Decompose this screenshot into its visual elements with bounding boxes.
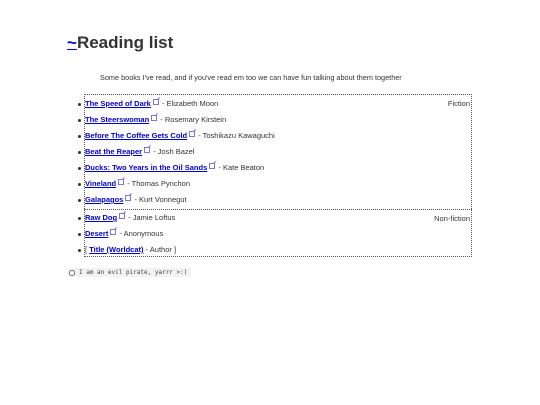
section-label-nonfiction: Non-fiction (434, 214, 470, 223)
bullet (78, 103, 81, 106)
book-link[interactable]: Beat the Reaper (85, 147, 142, 156)
page-title-text: Reading list (76, 33, 174, 52)
book-link[interactable]: Vineland (85, 179, 116, 188)
external-link-icon (125, 195, 132, 201)
bullet (78, 199, 81, 202)
book-author: Kurt Vonnegut (139, 195, 187, 204)
external-link-icon (119, 213, 126, 219)
intro-text: Some books I've read, and if you've read… (100, 73, 402, 82)
external-link-icon (110, 229, 117, 235)
separator: - (126, 213, 133, 222)
list-item: Vineland - Thomas Pynchon (78, 178, 191, 190)
book-author: Anonymous (123, 229, 164, 238)
pirate-toggle-label: I am an evil pirate, yarrr >:) (79, 269, 188, 276)
nonfiction-section: Non-fiction Raw Dog - Jamie Loftus Deser… (78, 209, 472, 257)
list-item: The Speed of Dark - Elizabeth Moon (78, 98, 219, 110)
bullet (78, 249, 81, 252)
separator: - (158, 115, 165, 124)
separator: - (159, 99, 167, 108)
book-link[interactable]: The Steerswoman (85, 115, 149, 124)
book-author: Kate Beaton (222, 163, 265, 172)
external-link-icon (189, 131, 196, 137)
external-link-icon (144, 147, 151, 153)
list-item-placeholder: [ Title (Worldcat) - Author ] (78, 244, 177, 256)
book-author: Elizabeth Moon (166, 99, 219, 108)
bracket-close: ] (173, 245, 177, 254)
separator: - (151, 147, 158, 156)
separator: - (216, 163, 223, 172)
bullet (78, 151, 81, 154)
bracket-open: [ (85, 245, 88, 254)
section-label-fiction: Fiction (447, 99, 470, 108)
book-link[interactable]: Before The Coffee Gets Cold (85, 131, 187, 140)
list-item: Before The Coffee Gets Cold - Toshikazu … (78, 130, 275, 142)
book-link[interactable]: Raw Dog (85, 213, 117, 222)
bullet (78, 167, 81, 170)
book-author: Josh Bazel (157, 147, 195, 156)
book-author: Rosemary Kirstein (164, 115, 227, 124)
external-link-icon (118, 179, 125, 185)
bullet (78, 135, 81, 138)
book-author: Toshikazu Kawaguchi (202, 131, 275, 140)
list-item: The Steerswoman - Rosemary Kirstein (78, 114, 227, 126)
worldcat-link[interactable]: Title (Worldcat) (89, 245, 143, 254)
list-item: Raw Dog - Jamie Loftus (78, 212, 176, 224)
external-link-icon (209, 163, 216, 169)
book-author: Jamie Loftus (132, 213, 176, 222)
external-link-icon (152, 99, 159, 105)
pirate-checkbox[interactable] (69, 269, 75, 276)
list-item: Beat the Reaper - Josh Bazel (78, 146, 195, 158)
fiction-section: Fiction The Speed of Dark - Elizabeth Mo… (78, 94, 472, 209)
book-author: Thomas Pynchon (131, 179, 191, 188)
bullet (78, 119, 81, 122)
list-item: Ducks: Two Years in the Oil Sands - Kate… (78, 162, 265, 174)
external-link-icon (151, 115, 158, 121)
book-link[interactable]: Ducks: Two Years in the Oil Sands (85, 163, 207, 172)
pirate-toggle[interactable]: I am an evil pirate, yarrr >:) (68, 268, 192, 277)
bullet (78, 233, 81, 236)
placeholder-author: Author (149, 245, 172, 254)
book-link[interactable]: Galapagos (85, 195, 123, 204)
book-link[interactable]: Desert (85, 229, 108, 238)
bullet (78, 183, 81, 186)
home-link[interactable]: ~ (67, 33, 77, 52)
list-item: Desert - Anonymous (78, 228, 164, 240)
book-link[interactable]: The Speed of Dark (85, 99, 151, 108)
bullet (78, 217, 81, 220)
list-item: Galapagos - Kurt Vonnegut (78, 194, 187, 206)
page-title: ~Reading list (67, 31, 173, 55)
